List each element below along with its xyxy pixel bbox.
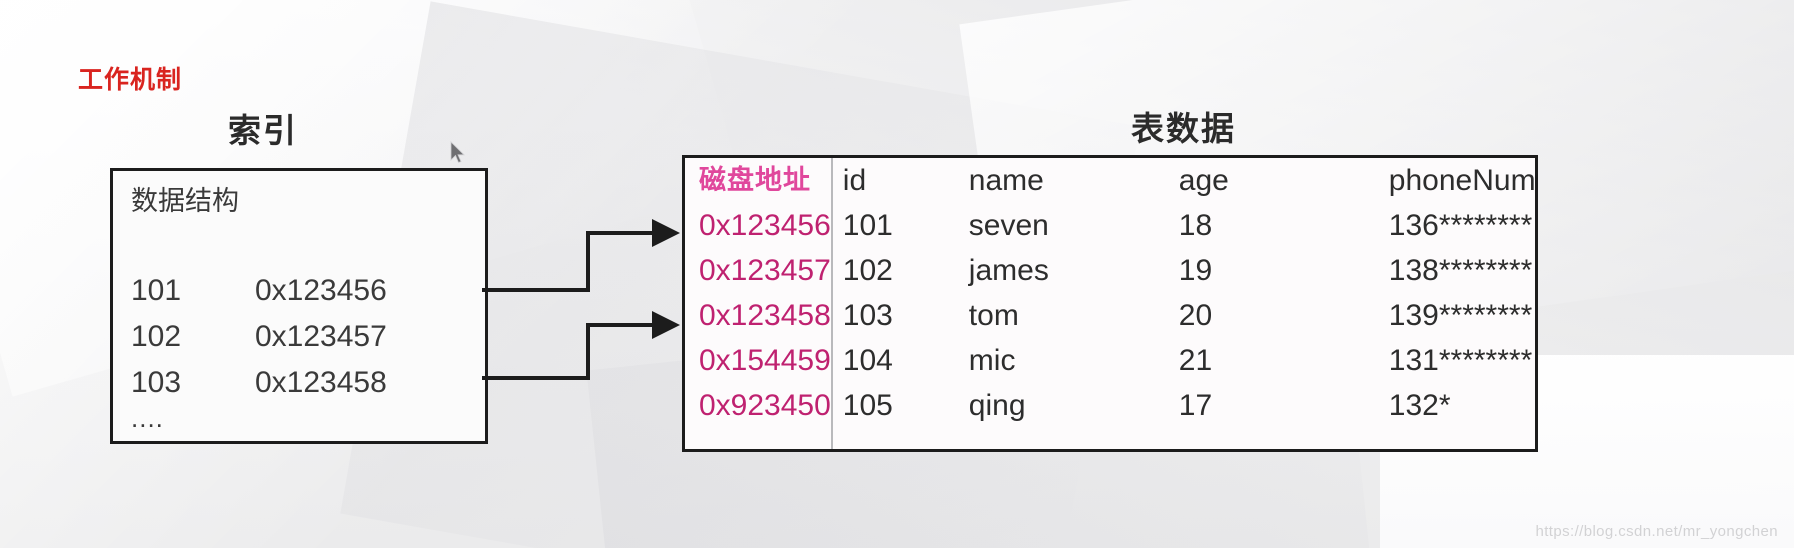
column-header-id: id — [842, 163, 867, 197]
index-ellipsis: .... — [131, 403, 164, 433]
index-entry-row: 103 0x123458 — [131, 360, 471, 406]
cell-id: 101 — [842, 208, 893, 242]
index-entry-row: 102 0x123457 — [131, 314, 471, 360]
cell-phonenum: 138******** — [1388, 253, 1533, 287]
cell-phonenum: 131******** — [1388, 343, 1533, 377]
cell-phonenum: 136******** — [1388, 208, 1533, 242]
cell-id: 102 — [842, 253, 893, 287]
disk-address-cell: 0x923450 — [699, 389, 831, 422]
cell-name: qing — [968, 388, 1026, 422]
cell-age: 19 — [1178, 253, 1213, 287]
cell-id: 103 — [842, 298, 893, 332]
index-box: 数据结构 101 0x123456 102 0x123457 103 0x123… — [110, 168, 488, 444]
cell-name: seven — [968, 208, 1049, 242]
disk-address-column: 磁盘地址 0x123456 0x123457 0x123458 0x154459… — [685, 158, 833, 449]
diagram-canvas: 工作机制 索引 表数据 数据结构 101 0x123456 102 0x1234… — [0, 0, 1794, 548]
column-header-age: age — [1178, 163, 1229, 197]
index-entry-key: 102 — [131, 320, 182, 353]
disk-address-cell: 0x123458 — [699, 299, 831, 332]
watermark: https://blog.csdn.net/mr_yongchen — [1535, 523, 1778, 540]
index-entry-address: 0x123458 — [255, 366, 387, 399]
table-row: 101 seven 18 136******** — [843, 203, 1589, 248]
table-header-row: id name age phoneNum — [843, 158, 1589, 203]
index-entry-list: 101 0x123456 102 0x123457 103 0x123458 — [131, 268, 471, 406]
cell-phonenum: 132* — [1388, 388, 1451, 422]
index-entry-address: 0x123456 — [255, 274, 387, 307]
table-row: 105 qing 17 132* — [843, 383, 1589, 428]
cell-age: 17 — [1178, 388, 1213, 422]
cell-phonenum: 139******** — [1388, 298, 1533, 332]
cell-name: tom — [968, 298, 1019, 332]
table-data-box: 磁盘地址 0x123456 0x123457 0x123458 0x154459… — [682, 155, 1538, 452]
connector-arrows — [482, 219, 680, 380]
disk-address-header: 磁盘地址 — [699, 165, 811, 195]
column-header-phonenum: phoneNum — [1388, 163, 1536, 197]
index-to-row-1-arrow — [482, 219, 680, 292]
record-columns: id name age phoneNum 101 seven 18 136***… — [833, 158, 1589, 449]
table-data-section-title: 表数据 — [1131, 110, 1236, 147]
work-mechanism-heading: 工作机制 — [78, 66, 183, 94]
cell-age: 20 — [1178, 298, 1213, 332]
index-to-row-3-arrow — [482, 311, 680, 380]
cell-age: 21 — [1178, 343, 1213, 377]
column-header-name: name — [968, 163, 1044, 197]
mouse-cursor-icon — [450, 141, 465, 164]
disk-address-cell: 0x123457 — [699, 254, 831, 287]
disk-address-cell: 0x123456 — [699, 209, 831, 242]
table-row: 102 james 19 138******** — [843, 248, 1589, 293]
disk-address-cell: 0x154459 — [699, 344, 831, 377]
index-entry-address: 0x123457 — [255, 320, 387, 353]
cell-id: 104 — [842, 343, 893, 377]
cell-age: 18 — [1178, 208, 1213, 242]
cell-name: james — [968, 253, 1049, 287]
cell-name: mic — [968, 343, 1016, 377]
index-entry-key: 103 — [131, 366, 182, 399]
index-entry-key: 101 — [131, 274, 182, 307]
cell-id: 105 — [842, 388, 893, 422]
table-row: 103 tom 20 139******** — [843, 293, 1589, 338]
index-section-title: 索引 — [228, 112, 298, 149]
data-structure-label: 数据结构 — [131, 186, 239, 216]
index-entry-row: 101 0x123456 — [131, 268, 471, 314]
table-row: 104 mic 21 131******** — [843, 338, 1589, 383]
